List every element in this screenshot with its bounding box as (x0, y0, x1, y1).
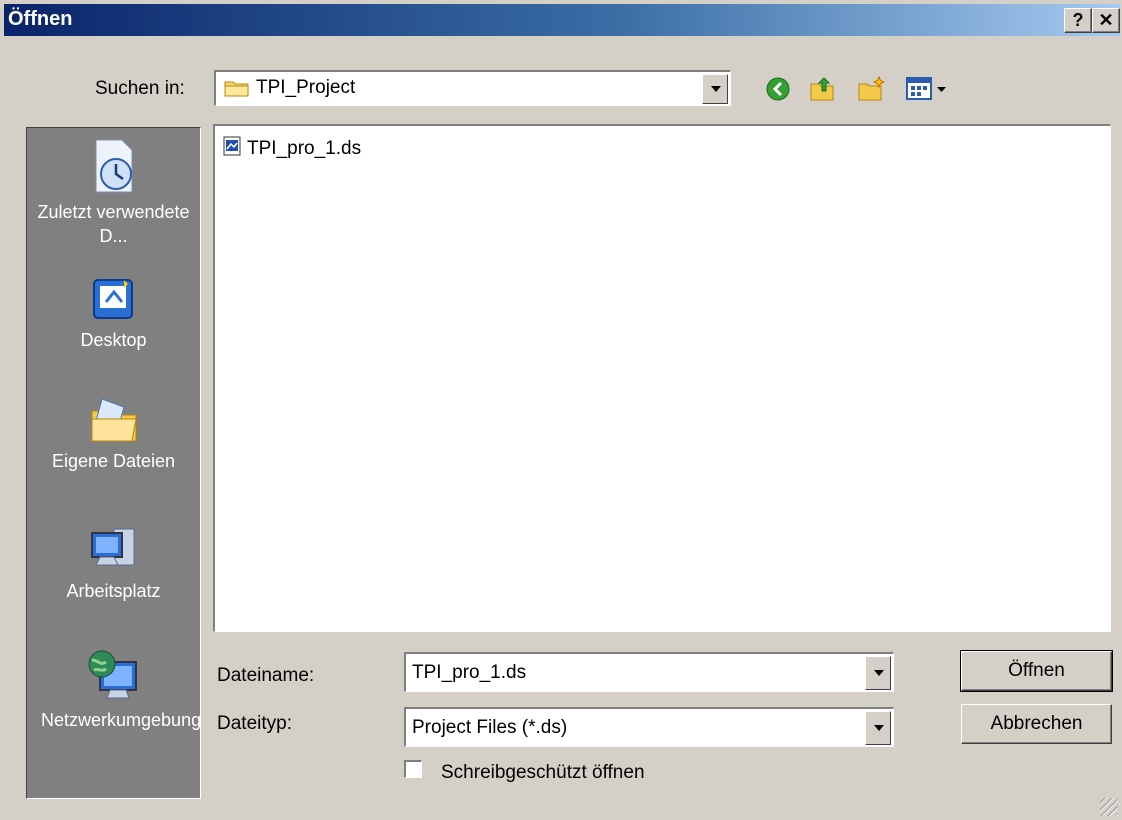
view-menu-icon[interactable] (906, 76, 952, 108)
my-documents-icon (27, 393, 200, 445)
close-button[interactable]: ✕ (1092, 8, 1120, 33)
place-recent[interactable]: Zuletzt verwendete D... (27, 138, 200, 248)
up-folder-icon[interactable] (808, 74, 836, 108)
new-folder-icon[interactable] (857, 75, 886, 108)
filetype-value: Project Files (*.ds) (412, 717, 568, 738)
help-button[interactable]: ? (1064, 8, 1092, 33)
place-my-computer[interactable]: Arbeitsplatz (27, 523, 200, 603)
filename-value[interactable]: TPI_pro_1.ds (412, 662, 526, 684)
readonly-checkbox[interactable] (404, 760, 422, 778)
place-network-label: Netzwerkumgebung (41, 710, 202, 730)
ds-file-icon (223, 136, 241, 162)
place-my-computer-label: Arbeitsplatz (66, 581, 161, 601)
readonly-label[interactable]: Schreibgeschützt öffnen (441, 762, 645, 784)
resize-grip[interactable] (1100, 798, 1118, 816)
desktop-icon (27, 276, 200, 324)
place-my-documents-label: Eigene Dateien (51, 451, 176, 471)
lookin-label: Suchen in: (95, 78, 185, 99)
dialog-title: Öffnen (8, 8, 73, 30)
open-dialog: Öffnen ? ✕ Suchen in: TPI_Project Zuletz… (0, 0, 1122, 820)
network-icon (27, 648, 200, 704)
filename-label: Dateiname: (217, 665, 315, 686)
file-name: TPI_pro_1.ds (247, 138, 362, 159)
place-desktop[interactable]: Desktop (27, 276, 200, 352)
lookin-dropdown-button[interactable] (702, 74, 728, 104)
title-bar[interactable]: Öffnen ? ✕ (4, 4, 1120, 36)
filename-combobox[interactable]: TPI_pro_1.ds (404, 652, 894, 692)
filetype-combobox[interactable]: Project Files (*.ds) (404, 707, 894, 747)
places-bar: Zuletzt verwendete D... Desktop Eigene D… (26, 127, 201, 799)
recent-documents-icon (27, 138, 200, 196)
lookin-combobox[interactable]: TPI_Project (214, 70, 731, 106)
filename-dropdown-button[interactable] (865, 656, 891, 690)
lookin-value: TPI_Project (256, 77, 356, 98)
cancel-button[interactable]: Abbrechen (961, 704, 1112, 744)
place-recent-label: Zuletzt verwendete D... (37, 202, 190, 246)
open-button[interactable]: Öffnen (960, 650, 1113, 692)
place-network[interactable]: Netzwerkumgebung (27, 648, 202, 732)
my-computer-icon (27, 523, 200, 575)
file-item[interactable]: TPI_pro_1.ds (223, 136, 361, 162)
place-my-documents[interactable]: Eigene Dateien (27, 393, 200, 473)
filetype-dropdown-button[interactable] (865, 711, 891, 745)
place-desktop-label: Desktop (80, 330, 147, 350)
file-list[interactable]: TPI_pro_1.ds (213, 124, 1111, 632)
filetype-label: Dateityp: (217, 713, 292, 734)
back-icon[interactable] (765, 76, 791, 108)
folder-icon (224, 78, 250, 104)
